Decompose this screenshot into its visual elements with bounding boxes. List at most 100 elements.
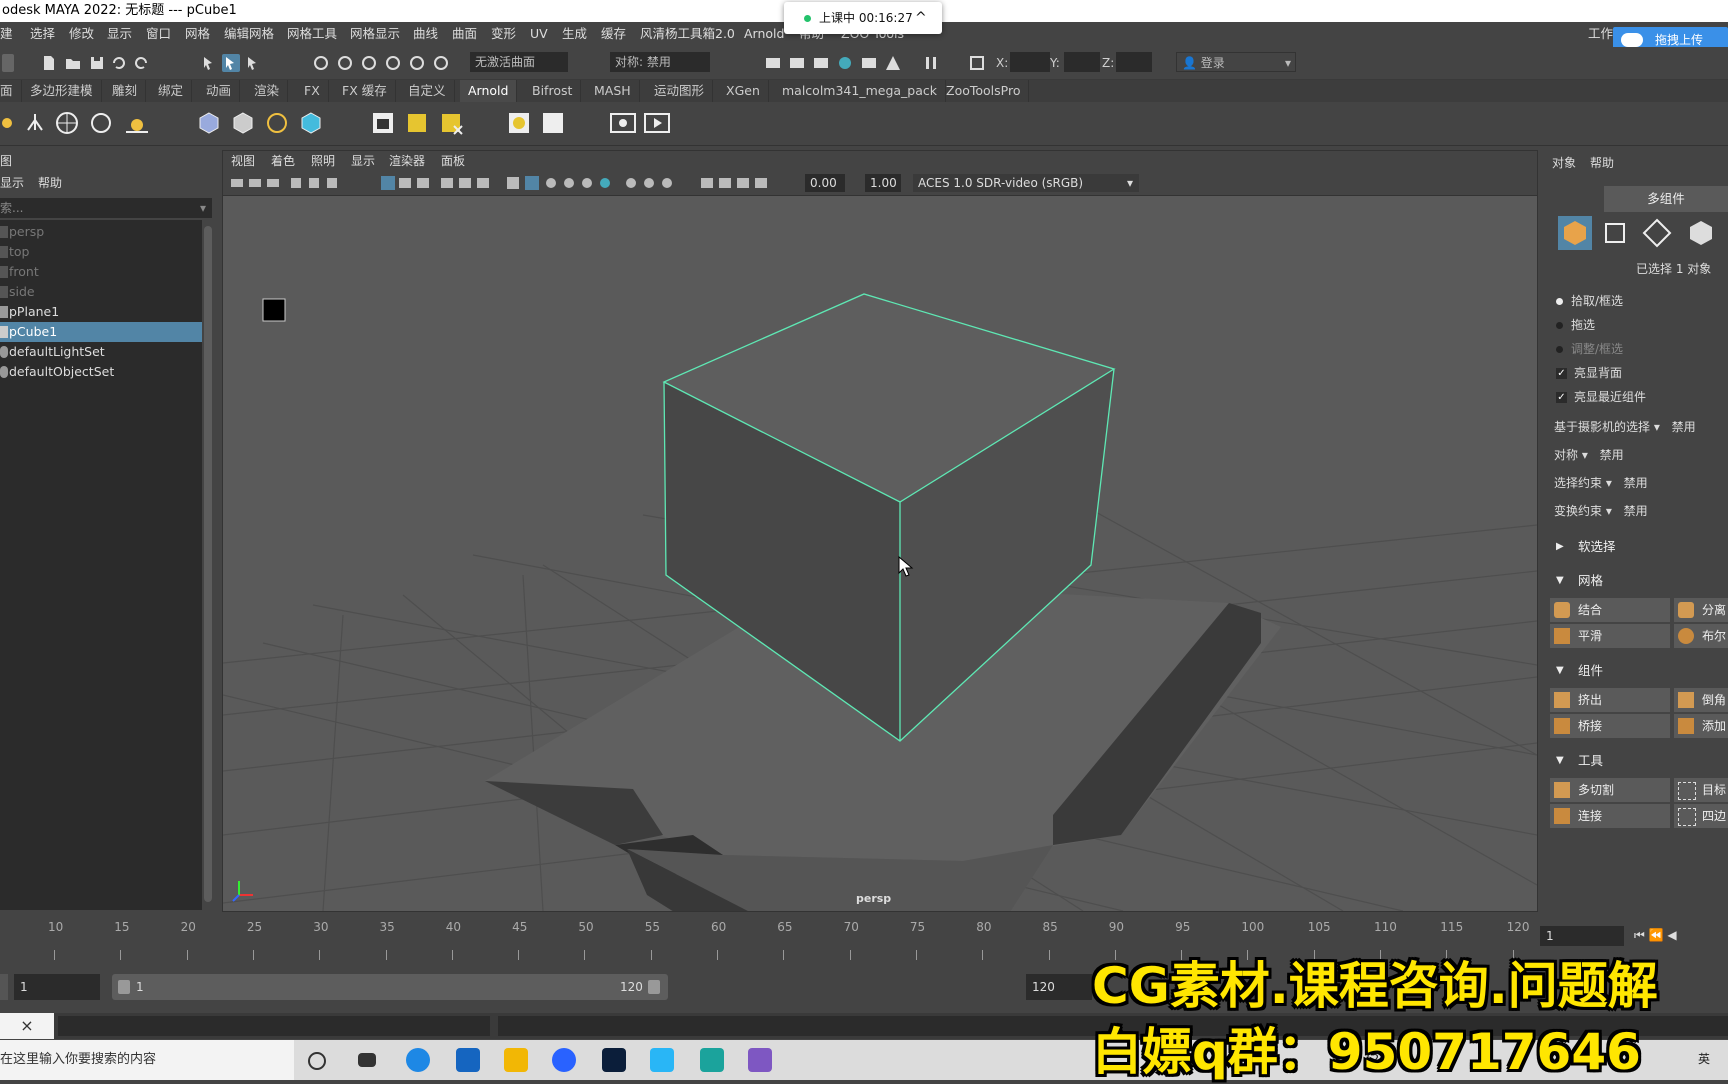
new-scene-icon[interactable]	[40, 54, 58, 72]
tab-poly-modeling[interactable]: 多边形建模	[22, 80, 102, 102]
smooth-button[interactable]: 平滑	[1550, 624, 1670, 648]
login-dropdown[interactable]: 👤 登录 ▾	[1176, 52, 1296, 72]
recording-indicator[interactable]: 上课中 00:16:27 ^	[784, 2, 942, 34]
multi-cut-button[interactable]: 多切割	[1550, 778, 1670, 802]
highlight-backfaces-checkbox[interactable]: ✓ 亮显背面	[1556, 362, 1622, 384]
object-mode-icon[interactable]	[1558, 216, 1592, 250]
shader-icon[interactable]	[506, 110, 532, 136]
snap-grid-icon[interactable]	[312, 54, 330, 72]
tab-xgen[interactable]: XGen	[718, 80, 769, 102]
skydome-light-icon[interactable]	[54, 110, 80, 136]
render-settings-icon[interactable]	[812, 54, 830, 72]
hypershade-icon[interactable]	[836, 54, 854, 72]
snap-view-icon[interactable]	[384, 54, 402, 72]
playback-controls[interactable]: ⏮ ⏪ ◀	[1634, 928, 1728, 946]
boolean-button[interactable]: 布尔	[1674, 624, 1728, 648]
menu-create[interactable]: 建	[0, 22, 13, 46]
snap-curve-icon[interactable]	[336, 54, 354, 72]
transform-mode-icon[interactable]	[968, 54, 986, 72]
outliner-item-persp[interactable]: persp	[0, 222, 202, 242]
maya-icon[interactable]	[700, 1048, 724, 1072]
spot-light-icon[interactable]	[22, 110, 48, 136]
separate-button[interactable]: 分离	[1674, 598, 1728, 622]
go-to-start-icon[interactable]: ⏮	[1634, 928, 1645, 942]
play-render-icon[interactable]	[644, 110, 670, 136]
menu-mesh[interactable]: 网格	[185, 22, 210, 46]
mesh-section[interactable]: ▼ 网格	[1546, 570, 1728, 592]
menu-windows[interactable]: 窗口	[146, 22, 171, 46]
outliner-scrollbar[interactable]	[204, 226, 212, 902]
highlight-nearest-checkbox[interactable]: ✓ 亮显最近组件	[1556, 386, 1646, 408]
outliner-item-pcube1[interactable]: pCube1	[0, 322, 202, 342]
quad-draw-button[interactable]: 四边	[1674, 804, 1728, 828]
tweak-marquee-option[interactable]: 调整/框选	[1556, 338, 1623, 360]
menu-surfaces[interactable]: 曲面	[452, 22, 477, 46]
viewport-toolbar-icons[interactable]	[231, 175, 791, 191]
select-by-hierarchy-icon[interactable]	[200, 54, 218, 72]
tab-fx[interactable]: FX	[296, 80, 329, 102]
app-mountain-icon[interactable]	[748, 1048, 772, 1072]
viewport-menu-view[interactable]: 视图	[231, 151, 255, 171]
arnold-render-icon[interactable]	[884, 54, 902, 72]
menu-uv[interactable]: UV	[530, 22, 548, 46]
store-icon[interactable]	[456, 1048, 480, 1072]
live-surface-field[interactable]: 无激活曲面	[470, 52, 568, 72]
select-by-object-icon[interactable]	[222, 54, 240, 72]
volume-icon[interactable]	[264, 110, 290, 136]
range-bar[interactable]: 1 120	[112, 974, 668, 1000]
select-by-component-icon[interactable]	[244, 54, 262, 72]
sun-light-icon[interactable]	[0, 110, 20, 136]
ipr-render-icon[interactable]	[788, 54, 806, 72]
play-back-icon[interactable]: ◀	[1667, 928, 1676, 942]
transform-constraint-row[interactable]: 变换约束 ▾ 禁用	[1554, 500, 1648, 522]
tab-mash[interactable]: MASH	[586, 80, 640, 102]
outliner-item-front[interactable]: front	[0, 262, 202, 282]
menu-select[interactable]: 选择	[30, 22, 55, 46]
step-back-key-icon[interactable]: ⏪	[1649, 928, 1664, 942]
soft-select-section[interactable]: ▶ 软选择	[1546, 536, 1728, 558]
mesh-light-icon[interactable]	[88, 110, 114, 136]
edge-browser-icon[interactable]	[406, 1048, 430, 1072]
texture-manager-icon[interactable]	[404, 110, 430, 136]
tab-fx-caching[interactable]: FX 缓存	[334, 80, 396, 102]
combine-button[interactable]: 结合	[1550, 598, 1670, 622]
tab-face[interactable]: 面	[0, 80, 22, 102]
redo-icon[interactable]	[132, 54, 150, 72]
target-weld-button[interactable]: 目标	[1674, 778, 1728, 802]
tab-custom[interactable]: 自定义	[400, 80, 455, 102]
open-scene-icon[interactable]	[64, 54, 82, 72]
extrude-button[interactable]: 挤出	[1550, 688, 1670, 712]
z-field[interactable]	[1116, 52, 1152, 72]
photoshop-icon[interactable]	[602, 1048, 626, 1072]
tab-sculpting[interactable]: 雕刻	[104, 80, 147, 102]
gamma-field[interactable]: 1.00	[865, 174, 901, 192]
outliner-item-defaultlightset[interactable]: defaultLightSet	[0, 342, 202, 362]
chevron-up-icon[interactable]: ^	[915, 2, 927, 34]
range-handle-left[interactable]	[118, 980, 130, 994]
file-explorer-icon[interactable]	[504, 1048, 528, 1072]
tab-malcolm341[interactable]: malcolm341_mega_pack	[774, 80, 947, 102]
range-start-field[interactable]: 1	[14, 974, 100, 1000]
drag-option[interactable]: 拖选	[1556, 314, 1595, 336]
camera-based-selection-row[interactable]: 基于摄影机的选择 ▾ 禁用	[1554, 416, 1696, 438]
exposure-field[interactable]: 0.00	[805, 174, 845, 192]
outliner-item-side[interactable]: side	[0, 282, 202, 302]
symmetry-field[interactable]: 对称: 禁用	[610, 52, 710, 72]
outliner-item-defaultobjectset[interactable]: defaultObjectSet	[0, 362, 202, 382]
outliner-item-top[interactable]: top	[0, 242, 202, 262]
outliner-menu-display[interactable]: 显示	[0, 174, 24, 192]
tab-rigging[interactable]: 绑定	[150, 80, 193, 102]
face-mode-icon[interactable]	[1684, 216, 1718, 250]
undo-icon[interactable]	[110, 54, 128, 72]
tools-section[interactable]: ▼ 工具	[1546, 750, 1728, 772]
menu-fqy-toolbox[interactable]: 风清杨工具箱2.0	[640, 22, 735, 46]
export-standin-icon[interactable]	[230, 110, 256, 136]
close-icon[interactable]: ×	[0, 1013, 54, 1039]
snap-point-icon[interactable]	[360, 54, 378, 72]
viewport-menu-show[interactable]: 显示	[351, 151, 375, 171]
y-field[interactable]	[1064, 52, 1100, 72]
edge-mode-icon[interactable]	[1640, 216, 1674, 250]
menu-mesh-tools[interactable]: 网格工具	[287, 22, 337, 46]
mode-dropdown-icon[interactable]	[2, 54, 14, 72]
input-language[interactable]: 英	[1698, 1050, 1710, 1067]
